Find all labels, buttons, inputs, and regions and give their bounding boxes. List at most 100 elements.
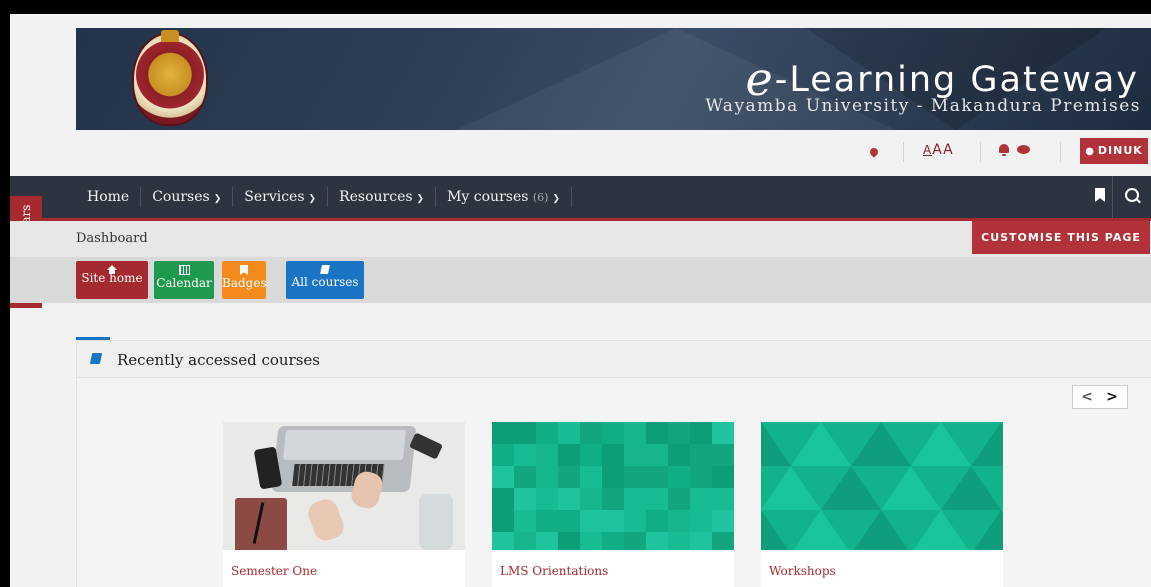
pattern-tile: [668, 532, 690, 550]
search-icon[interactable]: [1125, 188, 1139, 202]
pattern-tile: [624, 466, 646, 488]
course-image[interactable]: [761, 422, 1003, 550]
nav-resources[interactable]: Resources ❯: [328, 187, 437, 207]
previous-button[interactable]: <: [1076, 389, 1098, 405]
quick-link-calendar[interactable]: Calendar: [154, 261, 214, 299]
course-image[interactable]: [492, 422, 734, 550]
pattern-triangle: [971, 422, 1003, 466]
book-icon: [89, 353, 103, 364]
university-emblem-logo[interactable]: [134, 30, 206, 124]
pattern-tile: [602, 510, 624, 532]
nav-services-label: Services: [244, 189, 305, 205]
quick-link-label: Badges: [222, 276, 267, 290]
font-size-switcher[interactable]: AAA: [923, 142, 954, 158]
notifications-bell-icon[interactable]: [998, 144, 1010, 156]
course-card[interactable]: Semester One: [223, 422, 465, 587]
quick-link-label: Calendar: [156, 276, 212, 290]
pattern-tile: [558, 466, 580, 488]
course-name[interactable]: Semester One: [231, 564, 317, 578]
pattern-tile: [646, 466, 668, 488]
course-card[interactable]: LMS Orientations: [492, 422, 734, 587]
quick-link-site-home[interactable]: Site home: [76, 261, 148, 299]
pattern-tile: [536, 510, 558, 532]
recent-courses-block: Recently accessed courses < > Semester O…: [76, 340, 1151, 587]
pattern-triangle: [851, 422, 911, 466]
pattern-tile: [492, 488, 514, 510]
pattern-tile: [558, 532, 580, 550]
pattern-tile: [492, 422, 514, 444]
pattern-tile: [536, 466, 558, 488]
user-bar: AAA ● DINUK: [10, 130, 1151, 176]
breadcrumb-bar: Dashboard CUSTOMISE THIS PAGE: [10, 221, 1151, 257]
pattern-triangle: [911, 422, 971, 466]
customise-page-button[interactable]: CUSTOMISE THIS PAGE: [972, 221, 1150, 254]
block-header: Recently accessed courses: [77, 341, 1151, 378]
pattern-tile: [492, 532, 514, 550]
user-icon: ●: [1085, 146, 1095, 157]
pattern-tile: [536, 488, 558, 510]
home-icon: [107, 265, 117, 274]
messages-chat-icon[interactable]: [1017, 145, 1030, 154]
pattern-tile: [668, 444, 690, 466]
font-size-small[interactable]: A: [923, 143, 932, 157]
nav-services[interactable]: Services ❯: [233, 187, 329, 207]
pattern-triangle: [791, 422, 851, 466]
quick-link-all-courses[interactable]: All courses: [286, 261, 364, 299]
pattern-tile: [492, 466, 514, 488]
pattern-tile: [602, 466, 624, 488]
pattern-triangle: [911, 510, 971, 550]
pattern-tile: [646, 488, 668, 510]
site-subtitle: Wayamba University - Makandura Premises: [705, 96, 1141, 116]
course-name[interactable]: Workshops: [769, 564, 836, 578]
nav-my-courses[interactable]: My courses (6) ❯: [436, 187, 573, 207]
pattern-tile: [492, 510, 514, 532]
site-title[interactable]: e-Learning Gateway: [745, 48, 1139, 106]
pattern-tile: [668, 510, 690, 532]
carousel-pager: < >: [1072, 385, 1128, 409]
quick-link-badges[interactable]: Badges: [222, 261, 267, 299]
nav-my-courses-label: My courses: [447, 189, 529, 205]
block-title: Recently accessed courses: [117, 351, 320, 369]
nav-resources-label: Resources: [339, 189, 413, 205]
course-name[interactable]: LMS Orientations: [500, 564, 608, 578]
pattern-tile: [602, 444, 624, 466]
user-menu-button[interactable]: ● DINUK: [1080, 138, 1148, 164]
nav-home[interactable]: Home: [76, 187, 142, 207]
pattern-triangle: [761, 422, 791, 466]
pattern-tile: [668, 422, 690, 444]
pattern-tile: [712, 510, 734, 532]
pattern-triangle: [941, 466, 1001, 510]
pattern-tile: [602, 422, 624, 444]
pattern-tile: [580, 488, 602, 510]
pattern-tile: [624, 422, 646, 444]
pattern-tile: [712, 466, 734, 488]
course-image[interactable]: [223, 422, 465, 550]
pattern-tile: [646, 444, 668, 466]
bookmark-icon[interactable]: [1095, 188, 1105, 202]
next-button[interactable]: >: [1101, 389, 1123, 405]
pattern-tile: [580, 422, 602, 444]
pattern-tile: [536, 422, 558, 444]
pattern-tile: [602, 488, 624, 510]
pattern-triangle: [881, 466, 941, 510]
location-pin-icon[interactable]: [870, 146, 878, 156]
pattern-tile: [580, 532, 602, 550]
pattern-tile: [580, 466, 602, 488]
pattern-tile: [668, 466, 690, 488]
user-name: DINUK: [1097, 144, 1143, 157]
pattern-tile: [690, 444, 712, 466]
pattern-tile: [624, 444, 646, 466]
chevron-down-icon: ❯: [213, 194, 222, 204]
pattern-tile: [580, 444, 602, 466]
breadcrumb[interactable]: Dashboard: [76, 231, 148, 246]
pattern-tile: [514, 532, 536, 550]
chevron-down-icon: ❯: [552, 194, 561, 204]
nav-courses[interactable]: Courses ❯: [141, 187, 234, 207]
pattern-tile: [558, 444, 580, 466]
pattern-tile: [514, 422, 536, 444]
pattern-tile: [624, 510, 646, 532]
font-size-large[interactable]: AA: [932, 142, 954, 158]
pattern-tile: [492, 444, 514, 466]
course-card[interactable]: Workshops: [761, 422, 1003, 587]
nav-home-label: Home: [87, 189, 130, 205]
